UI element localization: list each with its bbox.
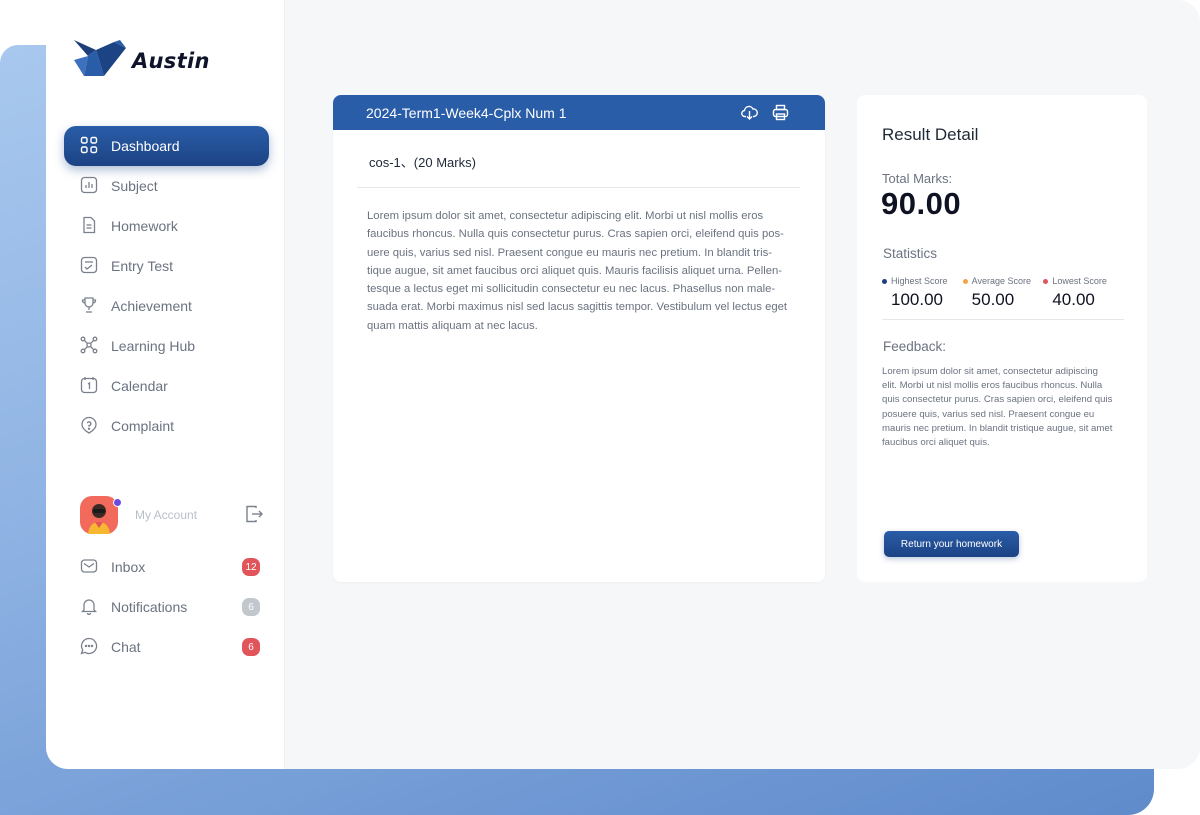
sidebar-item-label: Subject xyxy=(111,178,158,194)
sidebar-item-dashboard[interactable]: Dashboard xyxy=(64,126,269,166)
sidebar-item-entry-test[interactable]: Entry Test xyxy=(64,246,269,286)
stat-value: 50.00 xyxy=(971,290,1015,309)
brand-logo[interactable]: Austin xyxy=(74,40,210,81)
online-status-dot xyxy=(113,498,122,507)
stat-highest: Highest Score 100.00 xyxy=(882,276,963,319)
assignment-card: 2024-Term1-Week4-Cplx Num 1 cos-1、(20 Ma… xyxy=(333,95,825,582)
account-section[interactable]: My Account xyxy=(80,495,263,535)
result-detail-card: Result Detail Total Marks: 90.00 Statist… xyxy=(857,95,1147,582)
sidebar-item-homework[interactable]: Homework xyxy=(64,206,269,246)
sidebar-item-calendar[interactable]: Calendar xyxy=(64,366,269,406)
logout-icon[interactable] xyxy=(244,504,264,529)
feedback-text: Lorem ipsum dolor sit amet, consectetur … xyxy=(882,366,1113,449)
sidebar-item-inbox[interactable]: Inbox 12 xyxy=(80,547,260,587)
document-icon xyxy=(80,216,98,237)
question-title: cos-1、(20 Marks) xyxy=(357,130,800,188)
stat-value: 100.00 xyxy=(891,290,943,309)
stat-label: Lowest Score xyxy=(1052,276,1107,286)
assignment-header: 2024-Term1-Week4-Cplx Num 1 xyxy=(333,95,825,130)
highest-dot-icon xyxy=(882,278,887,284)
grid-icon xyxy=(80,136,98,157)
sidebar-item-subject[interactable]: Subject xyxy=(64,166,269,206)
support-icon xyxy=(80,416,98,437)
sidebar-item-label: Inbox xyxy=(111,559,146,575)
calendar-icon xyxy=(80,376,98,397)
trophy-icon xyxy=(80,296,98,317)
stat-label: Highest Score xyxy=(891,276,948,286)
average-dot-icon xyxy=(962,278,968,284)
brand-name: Austin xyxy=(132,48,210,73)
stat-value: 40.00 xyxy=(1052,290,1095,309)
lowest-dot-icon xyxy=(1043,278,1049,284)
sidebar-item-label: Chat xyxy=(111,639,141,655)
sidebar-item-label: Entry Test xyxy=(111,258,173,274)
stat-lowest: Lowest Score 40.00 xyxy=(1043,276,1124,319)
download-icon[interactable] xyxy=(741,104,758,124)
sidebar-item-label: Calendar xyxy=(111,378,168,394)
chart-icon xyxy=(80,176,98,197)
sidebar-item-achievement[interactable]: Achievement xyxy=(64,286,269,326)
secondary-nav: Inbox 12 Notifications 6 Chat 6 xyxy=(80,547,260,667)
assignment-body: Lorem ipsum dolor sit amet, consectetur … xyxy=(367,210,788,332)
app-window: Austin Dashboard Subject Homework Entry … xyxy=(46,0,1200,769)
bell-icon xyxy=(80,597,98,618)
result-title: Result Detail xyxy=(882,125,979,144)
sidebar-item-learning-hub[interactable]: Learning Hub xyxy=(64,326,269,366)
stat-average: Average Score 50.00 xyxy=(962,276,1044,319)
sidebar-item-label: Learning Hub xyxy=(111,338,196,354)
statistics-label: Statistics xyxy=(883,246,938,261)
sidebar-item-chat[interactable]: Chat 6 xyxy=(80,627,260,667)
header-actions xyxy=(741,104,789,124)
account-label[interactable]: My Account xyxy=(135,508,197,522)
feedback-label: Feedback: xyxy=(883,339,947,354)
sidebar-item-label: Complaint xyxy=(111,418,175,434)
sidebar-item-complaint[interactable]: Complaint xyxy=(64,406,269,446)
return-homework-button[interactable]: Return your homework xyxy=(884,531,1019,557)
sidebar: Austin Dashboard Subject Homework Entry … xyxy=(46,0,285,769)
checklist-icon xyxy=(80,256,98,277)
network-icon xyxy=(80,336,98,357)
main-content: 2024-Term1-Week4-Cplx Num 1 cos-1、(20 Ma… xyxy=(285,0,1200,769)
chat-count-badge: 6 xyxy=(242,638,260,656)
avatar[interactable] xyxy=(80,496,122,534)
notifications-count-badge: 6 xyxy=(242,598,260,616)
sidebar-item-label: Achievement xyxy=(111,298,192,314)
sidebar-item-label: Notifications xyxy=(111,599,188,615)
assignment-title: 2024-Term1-Week4-Cplx Num 1 xyxy=(366,104,567,121)
sidebar-item-notifications[interactable]: Notifications 6 xyxy=(80,587,260,627)
sidebar-item-label: Dashboard xyxy=(111,138,180,154)
bird-logo-icon xyxy=(74,40,126,81)
main-nav: Dashboard Subject Homework Entry Test Ac… xyxy=(64,126,269,446)
print-icon[interactable] xyxy=(772,104,789,124)
question-block: cos-1、(20 Marks) xyxy=(357,130,800,188)
total-marks-label: Total Marks: xyxy=(882,171,953,186)
chat-icon xyxy=(80,637,98,658)
inbox-count-badge: 12 xyxy=(242,558,260,576)
statistics-row: Highest Score 100.00 Average Score 50.00… xyxy=(882,276,1124,320)
stat-label: Average Score xyxy=(971,276,1032,286)
mail-icon xyxy=(80,557,98,578)
total-marks-value: 90.00 xyxy=(881,186,962,221)
sidebar-item-label: Homework xyxy=(111,218,178,234)
